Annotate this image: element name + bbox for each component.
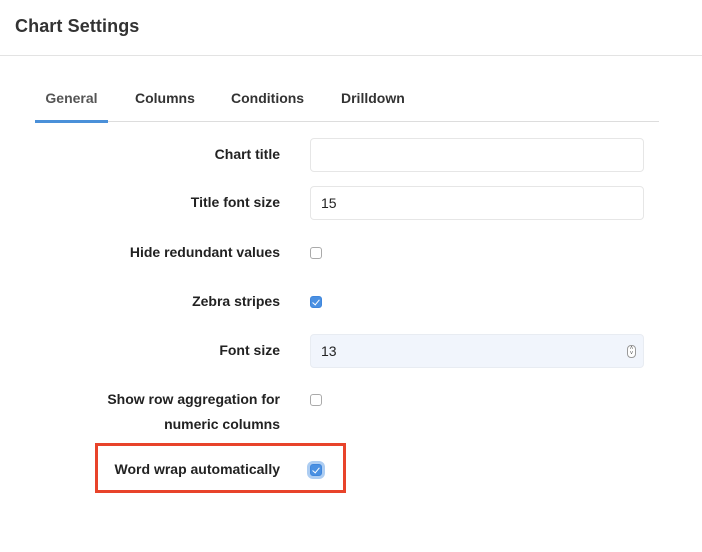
font-size-label: Font size — [219, 342, 280, 358]
stepper-updown-icon: ˄ ˅ — [627, 345, 636, 358]
show-row-aggregation-label-line2: numeric columns — [164, 416, 280, 432]
hide-redundant-values-label: Hide redundant values — [129, 244, 280, 260]
font-size-value: 13 — [321, 343, 337, 359]
show-row-aggregation-checkbox[interactable] — [310, 394, 322, 406]
hide-redundant-values-checkbox[interactable] — [310, 247, 322, 259]
zebra-stripes-checkbox[interactable] — [310, 296, 322, 308]
tab-conditions[interactable]: Conditions — [231, 80, 306, 122]
chart-title-input[interactable] — [310, 138, 644, 172]
tab-drilldown[interactable]: Drilldown — [341, 80, 411, 122]
dialog-title: Chart Settings — [15, 16, 140, 36]
dialog-header: Chart Settings — [0, 0, 702, 56]
chart-title-label: Chart title — [214, 146, 280, 162]
zebra-stripes-label: Zebra stripes — [192, 293, 280, 309]
tab-columns[interactable]: Columns — [135, 80, 195, 122]
tab-general[interactable]: General — [35, 80, 108, 123]
title-font-size-input[interactable] — [310, 186, 644, 220]
tab-bar: General Columns Conditions Drilldown — [35, 80, 659, 123]
highlight-annotation-box — [95, 443, 346, 493]
title-font-size-label: Title font size — [190, 194, 280, 210]
font-size-select[interactable]: 13 ˄ ˅ — [310, 334, 644, 368]
show-row-aggregation-label-line1: Show row aggregation for — [107, 391, 280, 407]
